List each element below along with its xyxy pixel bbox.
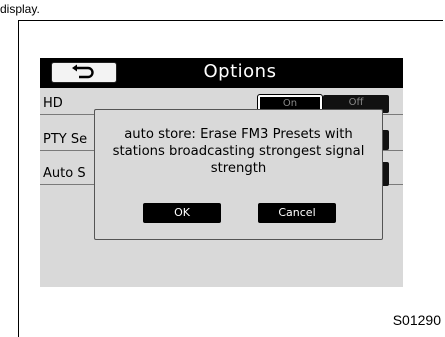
u-turn-back-arrow-icon <box>72 64 94 79</box>
segment-label: On <box>282 98 298 109</box>
dialog-message: auto store: Erase FM3 Presets with stati… <box>95 126 382 177</box>
back-button[interactable] <box>51 62 117 83</box>
cancel-button[interactable]: Cancel <box>258 203 336 223</box>
page-header-text: display. <box>0 2 40 16</box>
menu-row-label: Auto S <box>43 166 86 181</box>
menu-row-label: HD <box>43 96 63 111</box>
dialog-message-line: strength <box>210 161 267 176</box>
ok-button[interactable]: OK <box>143 203 221 223</box>
figure-code: S01290 <box>392 312 441 328</box>
dialog-message-line: stations broadcasting strongest signal <box>112 144 365 159</box>
segment-label: Off <box>348 97 364 108</box>
title-bar: Options <box>40 58 403 88</box>
menu-row-label: PTY Se <box>43 132 88 147</box>
dialog-message-line: auto store: Erase FM3 Presets with <box>124 127 353 142</box>
screen-title: Options <box>203 61 277 82</box>
auto-store-confirm-dialog: auto store: Erase FM3 Presets with stati… <box>94 109 383 240</box>
